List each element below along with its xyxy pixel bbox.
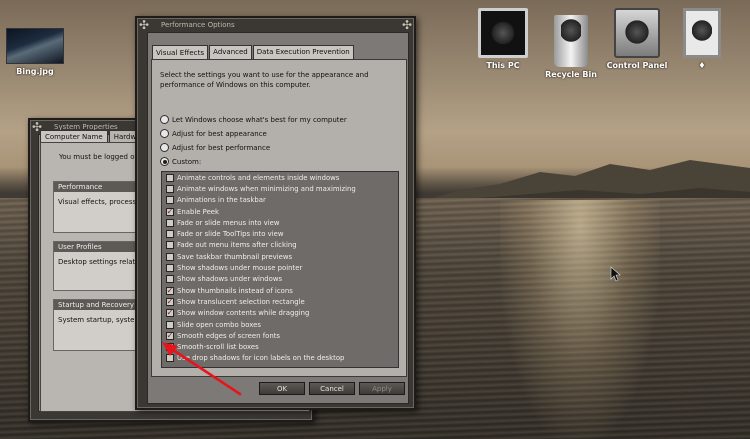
- checkbox[interactable]: ✓: [166, 296, 174, 306]
- visual-effect-option[interactable]: Show shadows under windows: [162, 274, 398, 285]
- dialog-buttons: OK Cancel Apply: [255, 382, 405, 395]
- window-title: Performance Options: [161, 21, 235, 29]
- option-label: Show translucent selection rectangle: [177, 297, 305, 306]
- checkbox[interactable]: [166, 241, 174, 250]
- control-panel-icon: [614, 8, 660, 58]
- visual-effect-option[interactable]: ✓ Show thumbnails instead of icons: [162, 285, 398, 296]
- corner-ornament-icon: ✣: [138, 18, 150, 32]
- sun-reflection: [500, 200, 660, 439]
- radio-selected-dot: [162, 159, 167, 164]
- checkbox[interactable]: [166, 264, 174, 273]
- visual-effect-option[interactable]: Show shadows under mouse pointer: [162, 262, 398, 273]
- desktop-icon-bing[interactable]: Bing.jpg: [4, 28, 66, 76]
- check-mark-icon: ✓: [166, 285, 174, 295]
- checkbox[interactable]: ✓: [166, 206, 174, 216]
- visual-effect-option[interactable]: Fade out menu items after clicking: [162, 240, 398, 251]
- checkbox[interactable]: ✓: [166, 308, 174, 318]
- visual-effect-option[interactable]: Animate controls and elements inside win…: [162, 172, 398, 183]
- framed-picture-icon: [683, 8, 721, 58]
- visual-effect-option[interactable]: ✓ Show translucent selection rectangle: [162, 296, 398, 307]
- visual-effect-option[interactable]: ✓ Show window contents while dragging: [162, 308, 398, 319]
- computer-monitor-icon: [478, 8, 528, 58]
- checkbox[interactable]: [166, 173, 174, 182]
- desktop-icon-diamond[interactable]: ♦: [680, 8, 724, 70]
- option-label: Fade out menu items after clicking: [177, 241, 297, 250]
- checkbox[interactable]: ✓: [166, 285, 174, 295]
- checkbox[interactable]: [166, 252, 174, 261]
- radio-button[interactable]: [160, 157, 169, 166]
- check-mark-icon: ✓: [166, 308, 174, 318]
- preset-radio-option[interactable]: Adjust for best performance: [160, 143, 270, 152]
- tab-advanced[interactable]: Advanced: [209, 45, 252, 59]
- option-label: Enable Peek: [177, 207, 220, 216]
- preset-radio-option[interactable]: Custom:: [160, 157, 201, 166]
- desktop-icon-control-panel[interactable]: Control Panel: [606, 8, 668, 70]
- option-label: Show shadows under mouse pointer: [177, 264, 303, 273]
- radio-label: Let Windows choose what's best for my co…: [172, 115, 347, 124]
- radio-label: Custom:: [172, 157, 202, 166]
- option-label: Slide open combo boxes: [177, 320, 261, 329]
- visual-effect-option[interactable]: Animate windows when minimizing and maxi…: [162, 183, 398, 194]
- radio-button[interactable]: [160, 143, 169, 152]
- checkbox[interactable]: [166, 275, 174, 284]
- ok-button[interactable]: OK: [259, 382, 305, 395]
- checkbox[interactable]: [166, 196, 174, 205]
- visual-effect-option[interactable]: Animations in the taskbar: [162, 195, 398, 206]
- radio-label: Adjust for best appearance: [172, 129, 267, 138]
- check-mark-icon: ✓: [166, 206, 174, 216]
- option-label: Fade or slide ToolTips into view: [177, 230, 284, 239]
- image-file-icon: [6, 28, 64, 64]
- tab-visual-effects[interactable]: Visual Effects: [152, 45, 209, 59]
- desktop-icon-label: Recycle Bin: [545, 69, 597, 79]
- option-label: Save taskbar thumbnail previews: [177, 252, 293, 261]
- radio-label: Adjust for best performance: [172, 143, 271, 152]
- option-label: Fade or slide menus into view: [177, 218, 280, 227]
- instructions-text: Select the settings you want to use for …: [160, 71, 369, 89]
- visual-effect-option[interactable]: Slide open combo boxes: [162, 319, 398, 330]
- checkbox[interactable]: [166, 184, 174, 193]
- radio-button[interactable]: [160, 115, 169, 124]
- desktop-icon-this-pc[interactable]: This PC: [474, 8, 532, 70]
- option-label: Show thumbnails instead of icons: [177, 286, 293, 295]
- apply-button[interactable]: Apply: [359, 382, 405, 395]
- option-label: Animate windows when minimizing and maxi…: [177, 184, 356, 193]
- checkbox[interactable]: [166, 320, 174, 329]
- preset-radio-option[interactable]: Let Windows choose what's best for my co…: [160, 115, 347, 124]
- desktop-icon-recycle-bin[interactable]: Recycle Bin: [542, 8, 600, 79]
- tab-data-execution-prevention[interactable]: Data Execution Prevention: [252, 45, 354, 59]
- recycle-bin-icon: [554, 14, 588, 67]
- desktop-icon-label: Bing.jpg: [16, 67, 54, 76]
- visual-effect-option[interactable]: Fade or slide menus into view: [162, 217, 398, 228]
- preset-radio-option[interactable]: Adjust for best appearance: [160, 129, 267, 138]
- radio-button[interactable]: [160, 129, 169, 138]
- checkbox[interactable]: [166, 230, 174, 239]
- desktop-icon-label: ♦: [698, 61, 706, 70]
- mouse-pointer-icon: [610, 266, 621, 282]
- visual-effect-option[interactable]: ✓ Enable Peek: [162, 206, 398, 217]
- option-label: Show shadows under windows: [177, 275, 283, 284]
- corner-ornament-icon: ✣: [401, 18, 413, 32]
- cancel-button[interactable]: Cancel: [309, 382, 355, 395]
- check-mark-icon: ✓: [166, 296, 174, 306]
- visual-effect-option[interactable]: Save taskbar thumbnail previews: [162, 251, 398, 262]
- annotation-arrow-icon: [162, 342, 242, 396]
- option-label: Animations in the taskbar: [177, 196, 266, 205]
- desktop-icon-label: This PC: [486, 61, 520, 70]
- desktop-icon-label: Control Panel: [606, 61, 668, 70]
- tab-strip: Visual Effects Advanced Data Execution P…: [152, 45, 355, 59]
- option-label: Animate controls and elements inside win…: [177, 173, 340, 182]
- visual-effect-option[interactable]: Fade or slide ToolTips into view: [162, 228, 398, 239]
- checkbox[interactable]: [166, 218, 174, 227]
- option-label: Show window contents while dragging: [177, 309, 310, 318]
